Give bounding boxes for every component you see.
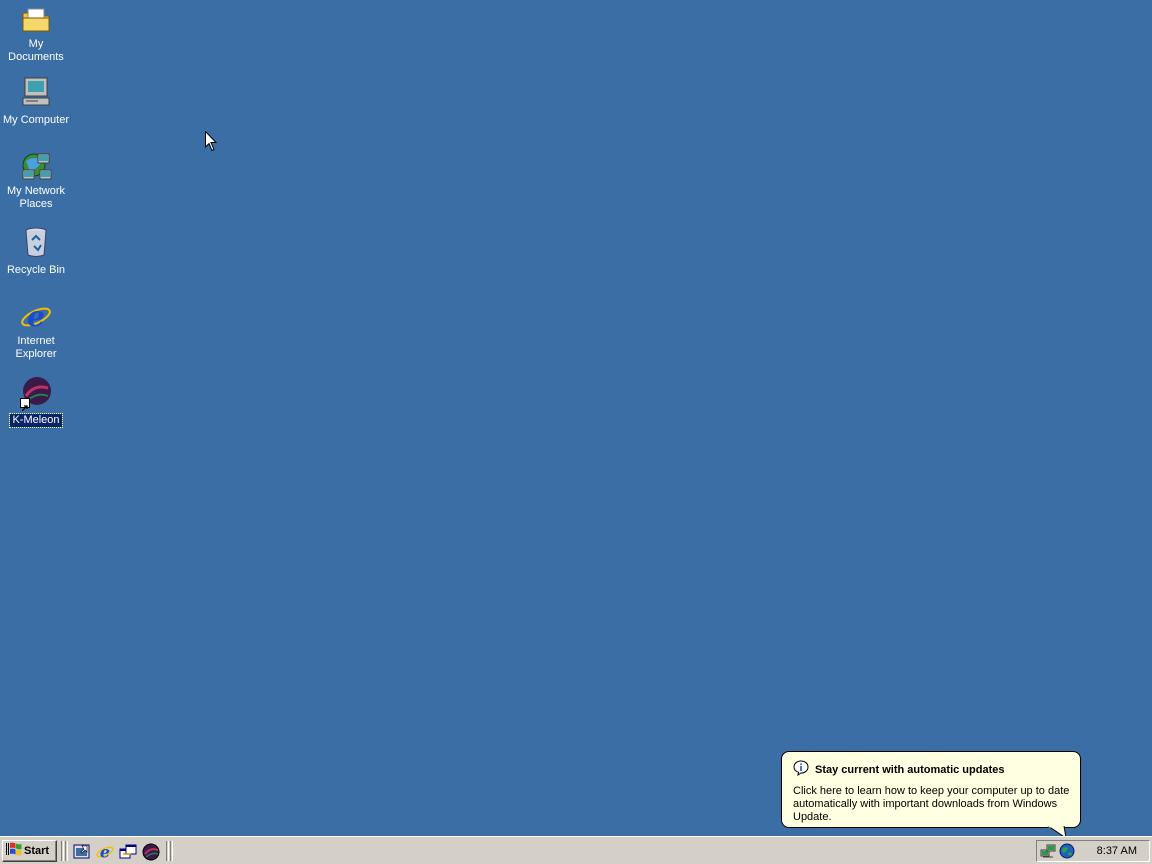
switch-windows-icon[interactable] [119, 843, 137, 861]
desktop-icon-label: My Computer [2, 114, 70, 126]
network-icon[interactable] [1040, 843, 1056, 859]
folder-icon [20, 4, 52, 36]
k-meleon-icon[interactable] [142, 843, 160, 861]
desktop-icon-label: My Network Places [6, 185, 66, 210]
desktop-icon-k-meleon[interactable]: K-Meleon [0, 376, 72, 428]
svg-text:e: e [100, 843, 110, 861]
windows-logo-icon [6, 842, 22, 861]
balloon-message: Click here to learn how to keep your com… [793, 785, 1070, 823]
windows-update-icon[interactable] [1059, 843, 1075, 859]
desktop-icon-label: My Documents [8, 38, 64, 63]
recycle-bin-icon [20, 226, 52, 258]
network-places-icon [20, 151, 52, 183]
balloon-title: Stay current with automatic updates [815, 763, 1005, 776]
clock[interactable]: 8:37 AM [1097, 845, 1137, 857]
k-meleon-icon [20, 376, 52, 412]
start-button[interactable]: Start [2, 840, 57, 862]
computer-icon [20, 76, 52, 108]
shortcut-arrow-icon [20, 398, 30, 412]
taskbar: Start e 8:37 AM [0, 836, 1152, 864]
desktop-icon-label: Recycle Bin [6, 264, 66, 276]
taskbar-separator [166, 841, 169, 861]
desktop-icon-recycle-bin[interactable]: Recycle Bin [0, 226, 72, 278]
desktop[interactable]: My Documents My Computer My Network Plac… [0, 0, 1152, 836]
show-desktop-icon[interactable] [73, 843, 91, 861]
desktop-icon-my-computer[interactable]: My Computer [0, 76, 72, 128]
internet-explorer-icon: e [20, 300, 52, 333]
balloon-title-row: Stay current with automatic updates [793, 760, 1070, 779]
desktop-icon-internet-explorer[interactable]: e Internet Explorer [0, 300, 72, 362]
desktop-icon-label: Internet Explorer [15, 335, 57, 360]
svg-text:e: e [27, 301, 45, 333]
update-balloon-tip[interactable]: Stay current with automatic updates Clic… [781, 751, 1081, 828]
system-tray: 8:37 AM [1036, 840, 1150, 862]
taskbar-grip[interactable] [65, 841, 68, 861]
desktop-icon-my-documents[interactable]: My Documents [0, 4, 72, 65]
taskbar-separator [61, 841, 64, 861]
taskbar-grip[interactable] [170, 841, 173, 861]
mouse-cursor-icon [205, 130, 218, 152]
desktop-icon-my-network-places[interactable]: My Network Places [0, 151, 72, 212]
info-icon [793, 760, 809, 779]
start-label: Start [24, 845, 50, 857]
internet-explorer-icon[interactable]: e [96, 843, 114, 862]
desktop-icon-label: K-Meleon [9, 413, 63, 428]
